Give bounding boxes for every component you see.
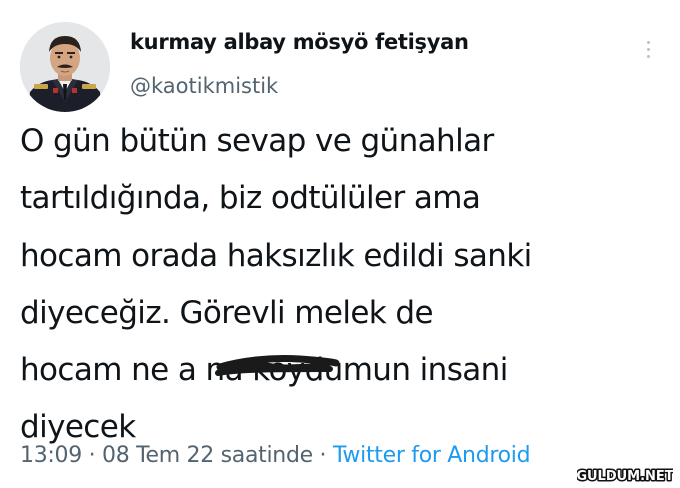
more-vertical-icon — [646, 40, 650, 44]
tweet-date[interactable]: 08 Tem 22 saatinde — [102, 443, 313, 468]
tweet-text-line: hocam ne a na koydumun insani — [20, 352, 508, 389]
avatar-portrait-icon — [20, 22, 110, 112]
svg-text:GULDUM.NET: GULDUM.NET — [577, 469, 673, 484]
tweet-meta: 13:09 · 08 Tem 22 saatinde · Twitter for… — [20, 443, 531, 468]
tweet-card: kurmay albay mösyö fetişyan @kaotikmisti… — [0, 0, 680, 488]
tweet-source[interactable]: Twitter for Android — [333, 443, 531, 468]
author-handle[interactable]: @kaotikmistik — [130, 74, 278, 98]
tweet-text-line: tartıldığında, biz odtülüler ama — [20, 180, 481, 217]
more-vertical-icon — [646, 47, 650, 51]
more-options-button[interactable] — [636, 34, 660, 64]
author-avatar[interactable] — [20, 22, 110, 112]
tweet-text: O gün bütün sevap ve günahlar tartıldığı… — [20, 113, 670, 457]
meta-separator: · — [312, 443, 333, 468]
more-vertical-icon — [646, 54, 650, 58]
site-watermark: GULDUM.NET GULDUM.NET — [576, 465, 674, 485]
meta-separator: · — [81, 443, 102, 468]
tweet-text-line: diyeceğiz. Görevli melek de — [20, 294, 434, 331]
author-display-name[interactable]: kurmay albay mösyö fetişyan — [130, 30, 469, 54]
tweet-text-line: hocam orada haksızlık edildi sanki — [20, 237, 532, 274]
tweet-text-line: O gün bütün sevap ve günahlar — [20, 123, 494, 159]
tweet-time[interactable]: 13:09 — [20, 443, 82, 468]
guldum-logo-icon: GULDUM.NET GULDUM.NET — [577, 468, 673, 485]
